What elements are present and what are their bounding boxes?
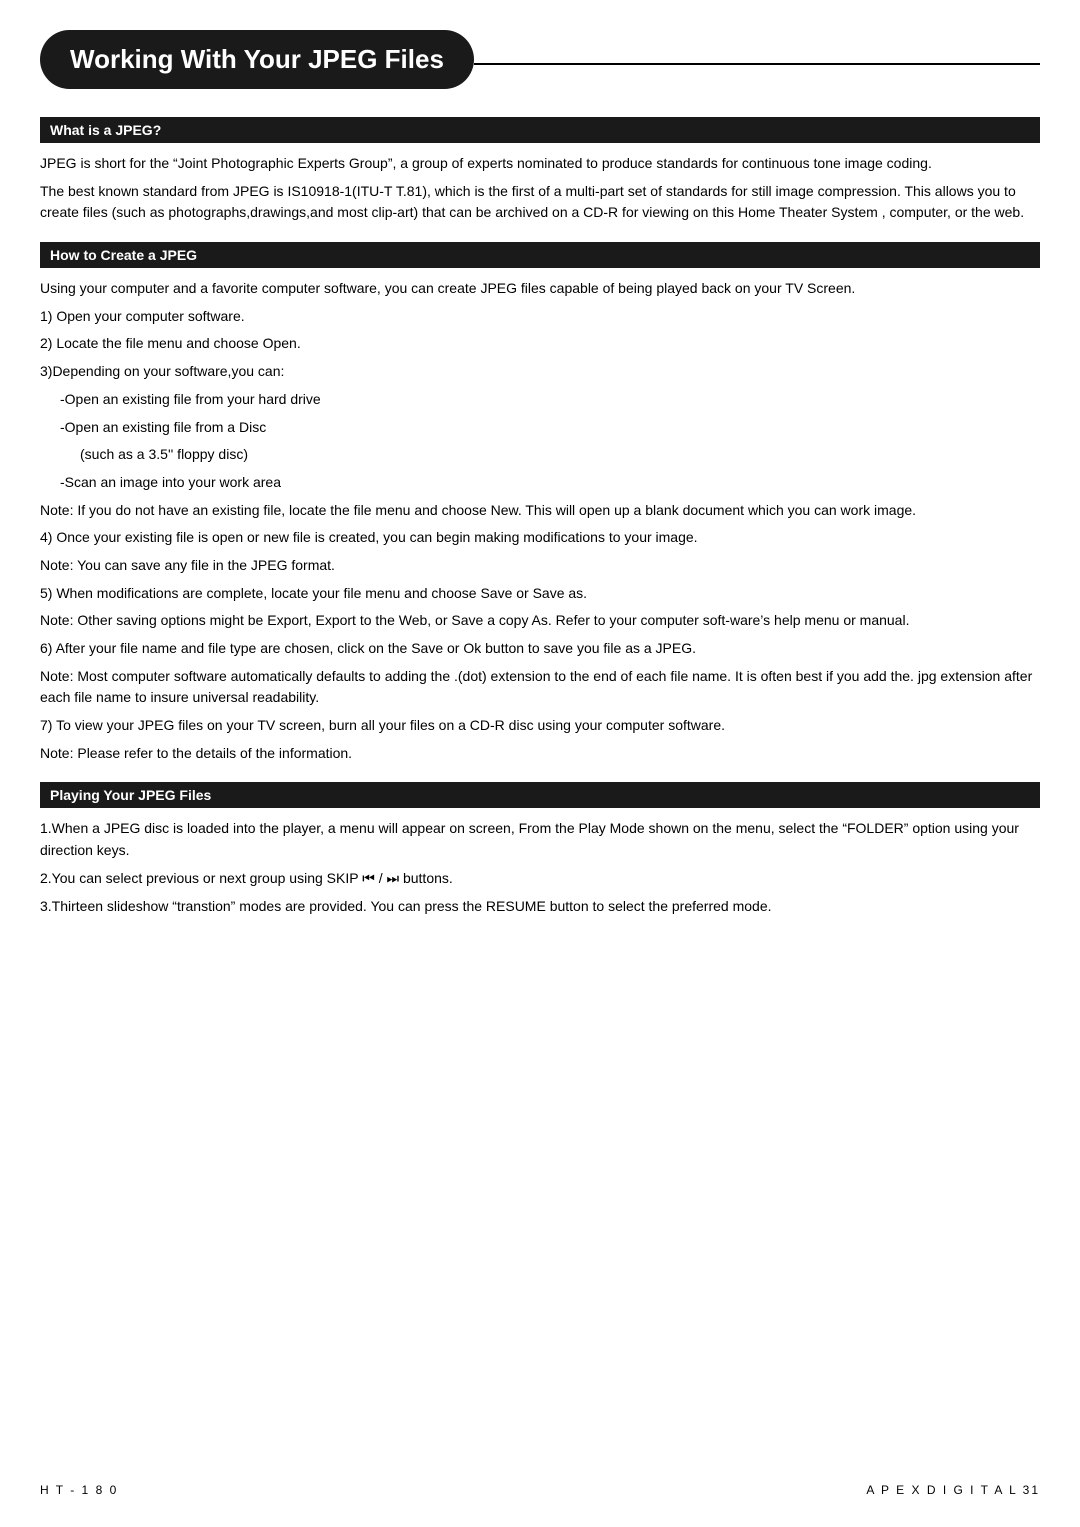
- note-2: Note: You can save any file in the JPEG …: [40, 555, 1040, 577]
- substep-3: (such as a 3.5'' floppy disc): [80, 444, 1040, 466]
- note-5: Note: Please refer to the details of the…: [40, 743, 1040, 765]
- step-1: 1) Open your computer software.: [40, 306, 1040, 328]
- what-is-jpeg-para1: JPEG is short for the “Joint Photographi…: [40, 153, 1040, 175]
- how-to-create-intro: Using your computer and a favorite compu…: [40, 278, 1040, 300]
- note-4: Note: Most computer software automatical…: [40, 666, 1040, 709]
- title-row: Working With Your JPEG Files: [40, 30, 1040, 97]
- what-is-jpeg-content: JPEG is short for the “Joint Photographi…: [40, 153, 1040, 224]
- step-2: 2) Locate the file menu and choose Open.: [40, 333, 1040, 355]
- substep-2: -Open an existing file from a Disc: [60, 417, 1040, 439]
- note-1: Note: If you do not have an existing fil…: [40, 500, 1040, 522]
- footer-right: A P E X D I G I T A L 31: [866, 1483, 1040, 1497]
- note-3: Note: Other saving options might be Expo…: [40, 610, 1040, 632]
- step-3: 3)Depending on your software,you can:: [40, 361, 1040, 383]
- playing-item-1: 1.When a JPEG disc is loaded into the pl…: [40, 818, 1040, 861]
- substep-3-indent: (such as a 3.5'' floppy disc): [80, 444, 1040, 466]
- how-to-create-content: Using your computer and a favorite compu…: [40, 278, 1040, 764]
- step-4: 4) Once your existing file is open or ne…: [40, 527, 1040, 549]
- page-title: Working With Your JPEG Files: [70, 44, 444, 75]
- footer-left: H T - 1 8 0: [40, 1483, 118, 1497]
- step-7: 7) To view your JPEG files on your TV sc…: [40, 715, 1040, 737]
- section-header-how-to-create: How to Create a JPEG: [40, 242, 1040, 268]
- substep-4: -Scan an image into your work area: [60, 472, 1040, 494]
- substeps: -Open an existing file from your hard dr…: [60, 389, 1040, 494]
- section-header-what-is-jpeg: What is a JPEG?: [40, 117, 1040, 143]
- step-5: 5) When modifications are complete, loca…: [40, 583, 1040, 605]
- playing-item-3: 3.Thirteen slideshow “transtion” modes a…: [40, 896, 1040, 918]
- footer: H T - 1 8 0 A P E X D I G I T A L 31: [40, 1483, 1040, 1497]
- playing-item-2: 2.You can select previous or next group …: [40, 868, 1040, 890]
- section-header-playing-jpeg: Playing Your JPEG Files: [40, 782, 1040, 808]
- step-6: 6) After your file name and file type ar…: [40, 638, 1040, 660]
- title-divider: [474, 63, 1040, 65]
- playing-jpeg-content: 1.When a JPEG disc is loaded into the pl…: [40, 818, 1040, 917]
- substep-1: -Open an existing file from your hard dr…: [60, 389, 1040, 411]
- what-is-jpeg-para2: The best known standard from JPEG is IS1…: [40, 181, 1040, 224]
- page-title-box: Working With Your JPEG Files: [40, 30, 474, 89]
